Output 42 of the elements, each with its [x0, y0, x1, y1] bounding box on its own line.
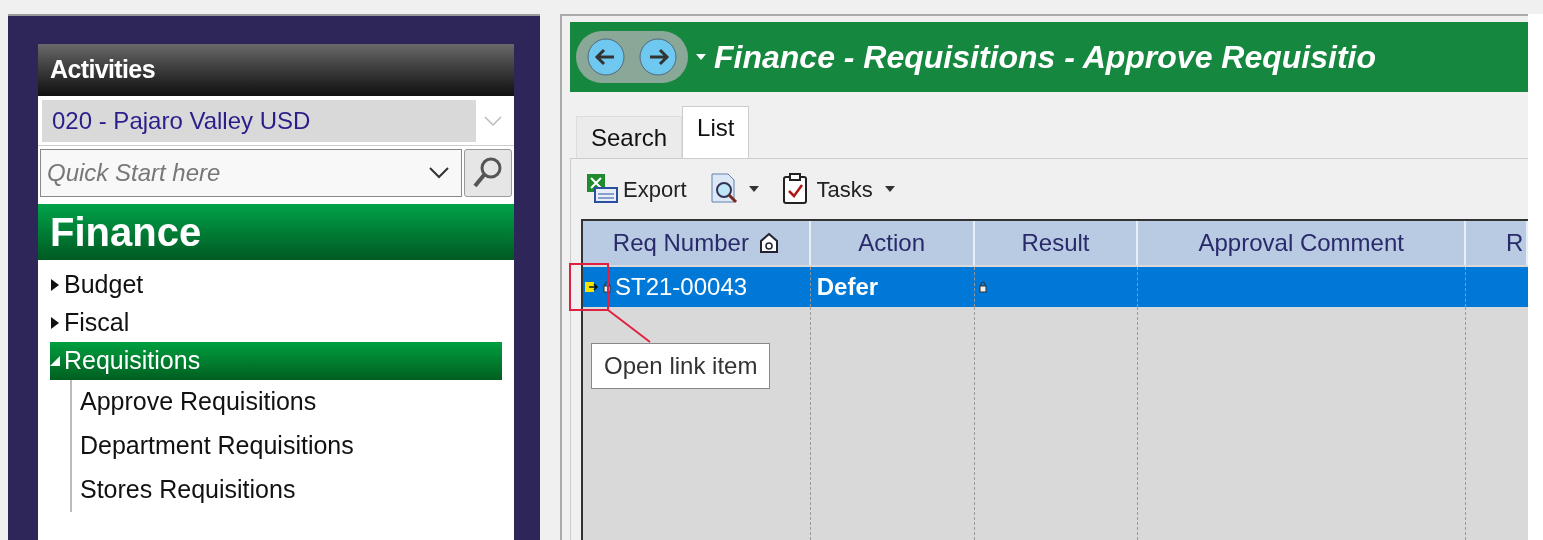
chevron-down-icon	[484, 115, 502, 126]
module-header: Finance	[38, 204, 514, 260]
tasks-button[interactable]: Tasks	[776, 172, 899, 206]
grid-row[interactable]: ST21-00043 Defer	[583, 267, 1528, 307]
tooltip: Open link item	[591, 343, 771, 389]
column-header[interactable]: Approval Comment	[1138, 221, 1466, 265]
chevron-down-icon	[429, 167, 449, 179]
quick-start-combobox[interactable]: Quick Start here	[40, 149, 462, 197]
tree-item[interactable]: Stores Requisitions	[80, 468, 514, 512]
tree-item[interactable]: Fiscal	[50, 304, 502, 342]
search-icon	[472, 156, 504, 190]
caret-icon[interactable]	[696, 54, 706, 60]
tree-item[interactable]: Approve Requisitions	[80, 380, 514, 424]
tree-item[interactable]: Department Requisitions	[80, 424, 514, 468]
link-arrow-icon[interactable]	[585, 281, 599, 293]
tab[interactable]: Search	[576, 116, 683, 158]
sort-icon	[758, 232, 779, 254]
tree-item[interactable]: Requisitions	[50, 342, 502, 380]
tree-item[interactable]: Budget	[50, 266, 502, 304]
column-header[interactable]: Action	[810, 221, 975, 265]
action-value: Defer	[816, 272, 879, 302]
column-header[interactable]: Result	[974, 221, 1139, 265]
expanded-arrow-icon	[50, 356, 60, 366]
clipboard-check-icon	[780, 173, 809, 205]
collapsed-arrow-icon	[50, 279, 60, 291]
quick-start-input[interactable]: Quick Start here	[41, 155, 417, 191]
caret-icon	[884, 186, 895, 192]
lock-icon	[978, 281, 987, 293]
leader-line	[607, 309, 651, 343]
column-header[interactable]: Req Number	[583, 221, 811, 265]
lock-icon	[603, 281, 611, 293]
panel-header: Activities	[38, 44, 514, 96]
collapsed-arrow-icon	[50, 317, 60, 329]
window-title: Finance - Requisitions - Approve Requisitio	[714, 38, 1376, 77]
caret-icon	[748, 186, 759, 192]
req-number: ST21-00043	[615, 272, 748, 302]
navigation-buttons[interactable]	[576, 31, 688, 83]
callout-box	[569, 263, 609, 311]
spreadsheet-icon	[585, 172, 619, 206]
tab[interactable]: List	[682, 106, 750, 158]
search-button[interactable]	[464, 149, 512, 197]
export-button[interactable]: Export	[581, 172, 691, 206]
